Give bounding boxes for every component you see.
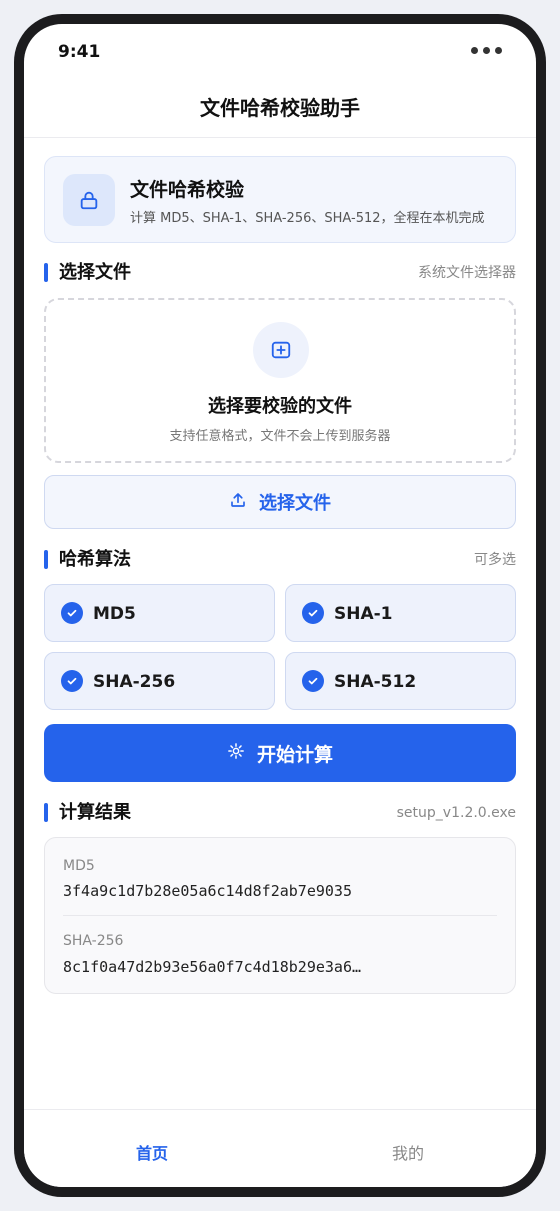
status-bar: 9:41	[24, 24, 536, 80]
upload-icon	[229, 491, 247, 514]
result-hash-value[interactable]: 3f4a9c1d7b28e05a6c14d8f2ab7e9035	[63, 882, 383, 900]
dropzone-description: 支持任意格式，文件不会上传到服务器	[169, 429, 391, 444]
result-algo-label: SHA-256	[63, 933, 124, 949]
check-icon	[302, 602, 324, 624]
check-icon	[302, 670, 324, 692]
nav-bar: 文件哈希校验助手	[24, 80, 536, 138]
start-button-label: 开始计算	[256, 743, 333, 766]
result-divider	[63, 915, 497, 916]
result-algo-label: MD5	[63, 858, 95, 874]
status-time: 9:41	[58, 42, 101, 62]
file-section-hint: 系统文件选择器	[418, 265, 516, 281]
app-screen: 9:41 文件哈希校验助手 文件哈希校验 计算 MD5、SHA-1、SHA-25…	[24, 24, 536, 1187]
result-filename: setup_v1.2.0.exe	[396, 805, 516, 821]
algo-option-label: MD5	[93, 604, 136, 624]
result-section-header: 计算结果 setup_v1.2.0.exe	[44, 800, 516, 826]
more-options-icon[interactable]	[471, 47, 502, 54]
choose-file-button[interactable]: 选择文件	[44, 475, 516, 529]
check-icon	[61, 602, 83, 624]
choose-file-label: 选择文件	[259, 493, 331, 514]
algo-section-header: 哈希算法 可多选	[44, 547, 516, 573]
section-accent-bar	[44, 803, 48, 822]
algo-option-label: SHA-256	[93, 672, 176, 692]
algo-section-hint: 可多选	[474, 552, 516, 568]
result-hash-value[interactable]: 8c1f0a47d2b93e56a0f7c4d18b29e3a6…	[63, 958, 383, 976]
file-section-header: 选择文件 系统文件选择器	[44, 260, 516, 286]
algo-section-title: 哈希算法	[59, 549, 131, 570]
algo-option-label: SHA-512	[334, 672, 417, 692]
algo-option-label: SHA-1	[334, 604, 393, 624]
gear-icon	[227, 742, 245, 765]
file-plus-icon	[253, 322, 309, 378]
algo-option-sha256[interactable]: SHA-256	[44, 652, 275, 710]
start-calculation-button[interactable]: 开始计算	[44, 724, 516, 782]
intro-card: 文件哈希校验 计算 MD5、SHA-1、SHA-256、SHA-512，全程在本…	[44, 156, 516, 243]
dropzone-title: 选择要校验的文件	[208, 396, 352, 417]
tab-mine[interactable]: 我的	[392, 1140, 424, 1164]
section-accent-bar	[44, 550, 48, 569]
algo-option-sha512[interactable]: SHA-512	[285, 652, 516, 710]
result-section-title: 计算结果	[59, 802, 131, 823]
tab-home[interactable]: 首页	[136, 1140, 168, 1164]
page-title: 文件哈希校验助手	[200, 96, 360, 120]
file-dropzone[interactable]: 选择要校验的文件 支持任意格式，文件不会上传到服务器	[44, 298, 516, 463]
result-card: MD5 3f4a9c1d7b28e05a6c14d8f2ab7e9035 SHA…	[44, 837, 516, 994]
lock-icon	[63, 174, 115, 226]
intro-description: 计算 MD5、SHA-1、SHA-256、SHA-512，全程在本机完成	[130, 211, 485, 226]
section-accent-bar	[44, 263, 48, 282]
algo-option-md5[interactable]: MD5	[44, 584, 275, 642]
algo-option-sha1[interactable]: SHA-1	[285, 584, 516, 642]
file-section-title: 选择文件	[59, 262, 131, 283]
tab-bar: 首页 我的	[24, 1109, 536, 1187]
check-icon	[61, 670, 83, 692]
intro-title: 文件哈希校验	[130, 179, 245, 201]
phone-frame: 9:41 文件哈希校验助手 文件哈希校验 计算 MD5、SHA-1、SHA-25…	[14, 14, 546, 1197]
